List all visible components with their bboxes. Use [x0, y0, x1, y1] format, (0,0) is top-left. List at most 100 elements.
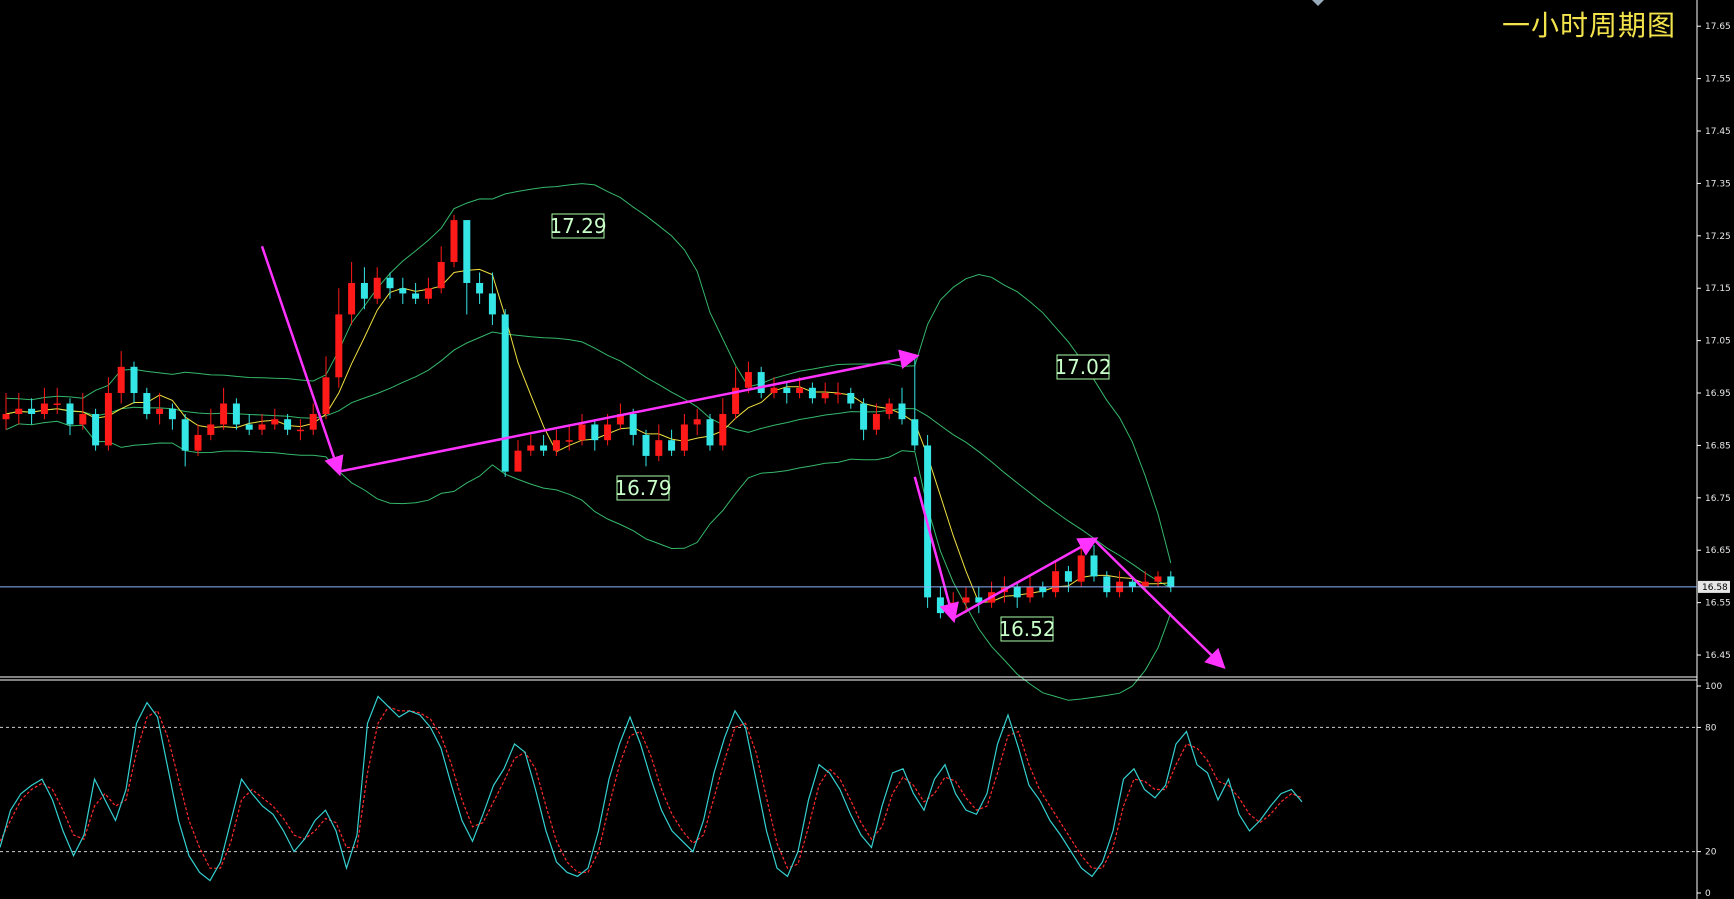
candle-body [463, 220, 471, 283]
candle-body [693, 419, 701, 425]
trend-arrow [338, 349, 920, 473]
candle-body [181, 419, 189, 451]
candle-body [271, 419, 279, 425]
candle-body [1103, 576, 1111, 593]
price-label: 16.52 [998, 616, 1056, 642]
candle-body [668, 440, 676, 451]
candle-body [245, 424, 253, 430]
candle-body [296, 429, 304, 432]
candle-body [501, 314, 509, 472]
candle-body [284, 419, 292, 430]
price-label-value: 17.29 [549, 214, 606, 238]
axis-tick-label: 16.55 [1705, 599, 1731, 609]
candle-body [412, 293, 420, 299]
middle-band [5, 331, 1172, 589]
osc-tick-label: 0 [1705, 889, 1711, 899]
candle-body [143, 393, 151, 414]
candle-body [642, 434, 650, 456]
candle-body [680, 424, 688, 451]
candle-body [1039, 586, 1047, 593]
ma-line [5, 268, 1171, 604]
candle-body [527, 445, 535, 451]
candle-body [79, 413, 87, 425]
candle-body [1052, 571, 1060, 593]
candle-body [2, 413, 10, 420]
candle-body [911, 419, 919, 446]
candle-body [1128, 581, 1136, 587]
candle-body [424, 288, 432, 299]
candle-body [130, 366, 138, 394]
candle-body [655, 440, 663, 456]
candle-body [770, 387, 778, 394]
candle-body [92, 413, 100, 446]
candle-body [322, 377, 330, 414]
osc-tick-label: 80 [1705, 723, 1717, 733]
candle-body [847, 393, 855, 404]
candle-body [117, 366, 125, 394]
candle-body [1077, 555, 1085, 582]
candle-body [207, 424, 215, 435]
scroll-marker [1312, 0, 1324, 6]
price-label-value: 16.79 [614, 476, 671, 500]
candle-body [629, 413, 637, 435]
moving-average [5, 268, 1171, 604]
candle-body [591, 424, 599, 441]
candle-body [821, 393, 829, 399]
candle-body [28, 408, 36, 414]
stochastic-panel: 100 80 20 0 [0, 682, 1722, 899]
candle-body [258, 424, 266, 430]
candle-body [360, 282, 368, 299]
price-label-value: 16.52 [998, 617, 1055, 641]
current-price-value: 16.58 [1702, 583, 1728, 593]
axis-tick-label: 16.95 [1705, 389, 1731, 399]
axis-tick-label: 17.25 [1705, 232, 1731, 242]
trend-arrows [260, 245, 1226, 670]
bollinger-bands [5, 183, 1172, 701]
candle-body [757, 372, 765, 394]
axis-tick-label: 17.05 [1705, 337, 1731, 347]
chart-title: 一小时周期图 [1501, 9, 1676, 42]
candle-body [15, 408, 23, 414]
stoch-d-line [0, 705, 1303, 873]
price-label: 17.29 [549, 213, 607, 239]
candle-body [335, 314, 343, 378]
price-label-value: 17.02 [1054, 355, 1111, 379]
candle-body [373, 277, 381, 299]
candle-body [514, 450, 522, 472]
candlesticks [2, 214, 1175, 619]
candle-body [860, 403, 868, 430]
candle-body [168, 408, 176, 420]
candle-body [399, 288, 407, 294]
candle-body [1090, 555, 1098, 577]
price-label: 17.02 [1054, 354, 1112, 380]
candle-body [488, 293, 496, 315]
candle-body [104, 393, 112, 446]
candle-body [450, 220, 458, 263]
candle-body [1167, 576, 1175, 587]
axis-tick-label: 17.65 [1705, 22, 1731, 32]
candle-body [872, 413, 880, 430]
axis-tick-label: 16.85 [1705, 441, 1731, 451]
candle-body [578, 424, 586, 441]
trend-arrow [952, 537, 1099, 620]
candle-body [604, 424, 612, 441]
candle-body [719, 413, 727, 446]
candle-body [565, 440, 573, 442]
axis-tick-label: 16.75 [1705, 494, 1731, 504]
osc-tick-label: 100 [1705, 682, 1722, 692]
candle-body [936, 597, 944, 614]
candle-body [834, 393, 842, 395]
candle-body [962, 597, 970, 603]
price-chart: 17.29 16.79 17.02 16.52 17.65 17.55 17.45 17.3… [0, 0, 1731, 899]
candle-body [40, 403, 48, 414]
candle-body [796, 387, 804, 394]
lower-band [5, 420, 1172, 701]
axis-tick-label: 17.15 [1705, 284, 1731, 294]
candle-body [53, 403, 61, 406]
axis-tick-label: 16.45 [1705, 651, 1731, 661]
stoch-k-line [0, 695, 1303, 882]
candle-body [540, 445, 548, 451]
candle-body [348, 282, 356, 315]
candle-body [885, 403, 893, 414]
candle-body [1154, 576, 1162, 582]
